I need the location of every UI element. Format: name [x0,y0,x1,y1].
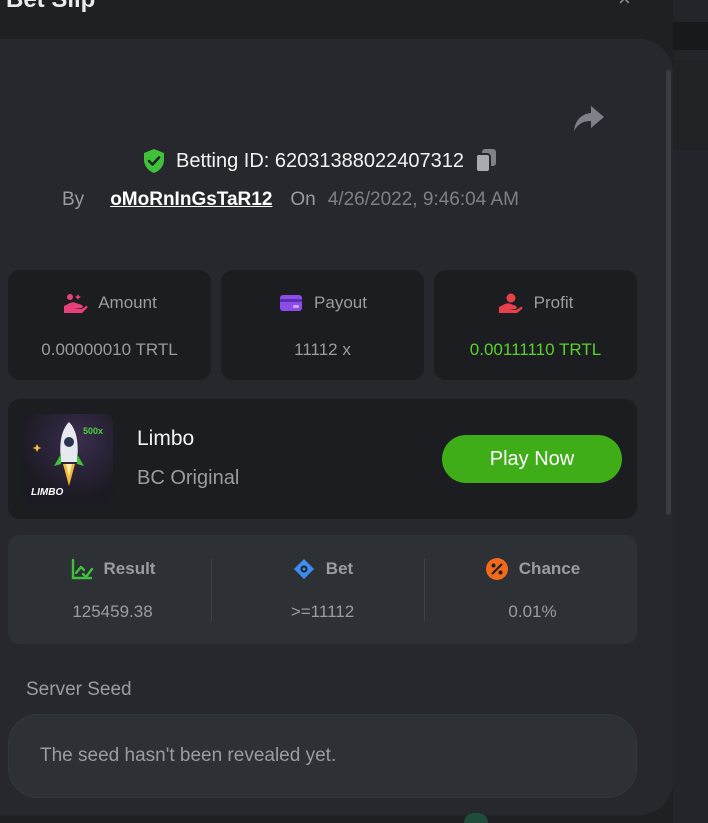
game-name: Limbo [137,427,195,450]
shield-check-icon [143,149,164,173]
scrollbar[interactable] [666,70,671,515]
bet-column: Bet >=11112 [218,535,427,644]
betting-id: Betting ID: 62031388022407312 [175,149,465,172]
bet-value: >=11112 [290,602,355,621]
by-label: By [62,189,85,210]
modal-title: Bet Slip [6,0,95,14]
chance-label: Chance [518,559,581,578]
background-band [673,60,708,150]
background-band [673,22,708,50]
percent-icon [485,558,508,580]
background-page [673,0,708,823]
close-button[interactable]: × [618,0,631,12]
bet-label: Bet [325,559,354,578]
divider [211,559,212,621]
game-provider: BC Original [137,467,240,489]
target-diamond-icon [293,559,314,579]
wallet-card-icon [280,295,303,311]
server-seed-field: The seed hasn't been revealed yet. [8,714,637,798]
payout-label: Payout [314,293,367,312]
betting-id-row: Betting ID: 62031388022407312 [0,148,640,174]
multiplier-badge: 500x [82,426,103,436]
hand-coin-icon [498,293,523,313]
divider [424,559,425,621]
result-label: Result [103,559,156,578]
result-value: 125459.38 [72,602,153,621]
amount-value: 0.00000010 TRTL [41,340,178,359]
payout-value: 11112 x [294,340,351,359]
share-arrow-icon[interactable] [571,100,607,136]
game-thumbnail[interactable]: 500x LIMBO [23,414,113,504]
server-seed-text: The seed hasn't been revealed yet. [40,745,337,766]
thumb-label: LIMBO [31,487,64,498]
copy-icon[interactable] [474,148,498,174]
chance-column: Chance 0.01% [428,535,637,644]
bet-slip-modal: Bet Slip × Betting ID: 62031388022407312… [0,0,673,823]
amount-card: Amount 0.00000010 TRTL [8,270,211,380]
server-seed-label: Server Seed [26,679,132,700]
bet-date: 4/26/2022, 9:46:04 AM [327,189,519,210]
hand-money-icon [64,294,88,313]
chart-check-icon [71,558,93,580]
profit-card: Profit 0.00111110 TRTL [434,270,637,380]
amount-label: Amount [98,293,157,312]
game-card: 500x LIMBO Limbo BC Original Play Now [8,399,637,519]
play-now-button[interactable]: Play Now [442,435,622,483]
on-label: On [290,189,316,210]
chance-value: 0.01% [508,602,557,621]
profit-value: 0.00111110 TRTL [469,340,602,359]
result-card: Result 125459.38 Bet >=11112 Chance 0.01… [8,535,637,644]
profit-label: Profit [533,293,574,312]
background-element [464,813,488,823]
username-link[interactable]: oMoRnInGsTaR12 [110,189,272,211]
bet-author-row: By oMoRnInGsTaR12 On 4/26/2022, 9:46:04 … [62,189,519,211]
payout-card: Payout 11112 x [221,270,424,380]
result-column: Result 125459.38 [8,535,217,644]
